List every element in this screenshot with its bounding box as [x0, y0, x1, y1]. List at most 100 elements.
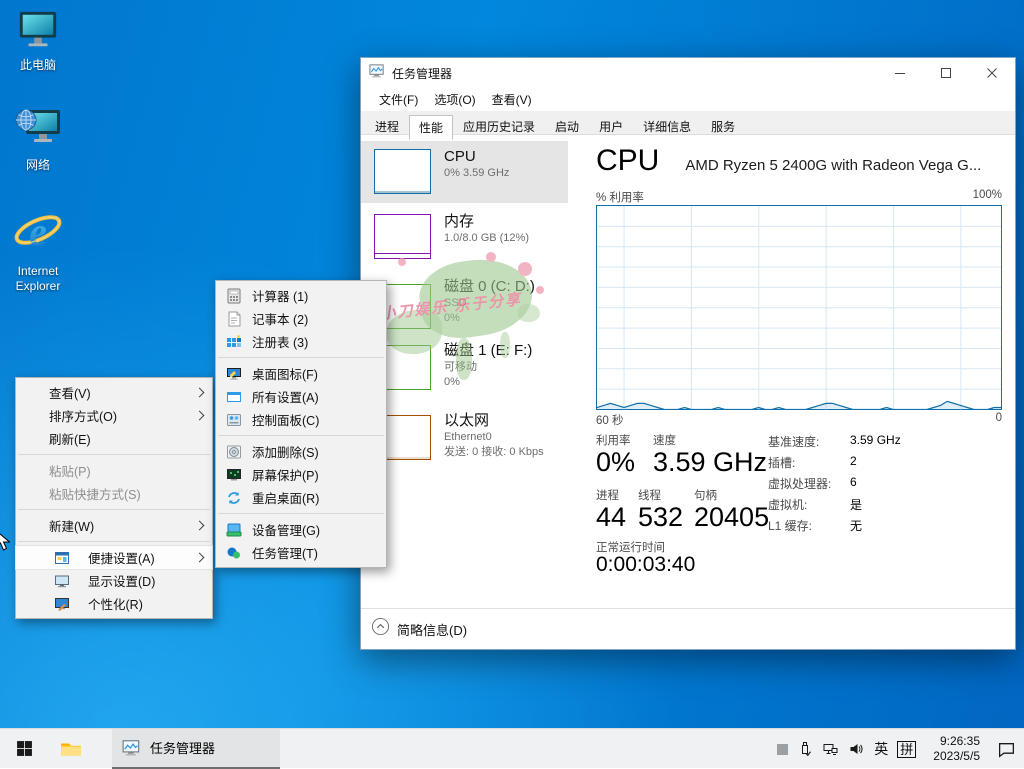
device-manager-icon — [226, 522, 242, 538]
control-panel-icon — [226, 412, 242, 428]
submenu-item-screensaver[interactable]: 屏幕保护(P) — [216, 463, 386, 486]
tab-details[interactable]: 详细信息 — [633, 113, 701, 139]
usb-icon[interactable] — [797, 741, 813, 757]
convenience-settings-submenu: 计算器 (1) 记事本 (2) 注册表 (3) 桌面图标(F) 所有设置(A) … — [215, 280, 387, 568]
tab-startup[interactable]: 启动 — [545, 113, 589, 139]
submenu-item-device-manager[interactable]: 设备管理(G) — [216, 518, 386, 541]
file-explorer-button[interactable] — [48, 729, 94, 769]
submenu-arrow-icon — [194, 387, 205, 398]
stat-usage-label: 利用率 — [596, 435, 631, 447]
taskbar-clock[interactable]: 9:26:35 2023/5/5 — [933, 734, 980, 764]
submenu-item-notepad[interactable]: 记事本 (2) — [216, 307, 386, 330]
mouse-cursor — [0, 530, 11, 557]
language-indicator[interactable]: 英 — [874, 739, 888, 759]
stat-processes-value: 44 — [596, 502, 627, 532]
context-menu-item-refresh[interactable]: 刷新(E) — [16, 427, 212, 450]
tab-users[interactable]: 用户 — [589, 113, 633, 139]
sidebar-item-sub: Ethernet0 — [444, 431, 492, 443]
submenu-item-task-manager[interactable]: 任务管理(T) — [216, 541, 386, 564]
detail-label: 插槽: — [768, 456, 796, 470]
detail-value: 无 — [850, 519, 863, 533]
sidebar-item-disk0[interactable]: 磁盘 0 (C: D:) SSD 0% — [361, 271, 568, 337]
personalization-icon — [54, 596, 70, 612]
submenu-item-calculator[interactable]: 计算器 (1) — [216, 284, 386, 307]
submenu-item-registry[interactable]: 注册表 (3) — [216, 330, 386, 353]
menu-item-label: 查看(V) — [49, 387, 91, 401]
tab-services[interactable]: 服务 — [701, 113, 745, 139]
menu-item-label: 任务管理(T) — [252, 547, 318, 561]
menu-view[interactable]: 查看(V) — [484, 88, 540, 111]
sidebar-item-sub: 0% 3.59 GHz — [444, 167, 510, 179]
desktop-icon-network[interactable]: 网络 — [0, 106, 76, 173]
context-menu-item-paste-shortcut: 粘贴快捷方式(S) — [16, 482, 212, 505]
fewer-details-toggle[interactable]: 简略信息(D) — [397, 620, 467, 639]
menu-item-label: 计算器 (1) — [252, 290, 309, 304]
system-tray: 英 拼 9:26:35 2023/5/5 — [777, 729, 1016, 769]
tray-app-icon[interactable] — [777, 743, 789, 755]
cpu-panel-title: CPU — [596, 144, 660, 177]
task-manager-menu-icon — [226, 545, 242, 561]
clock-time: 9:26:35 — [939, 734, 980, 748]
calculator-icon — [226, 288, 242, 304]
submenu-item-restart-desktop[interactable]: 重启桌面(R) — [216, 486, 386, 509]
menu-file[interactable]: 文件(F) — [371, 88, 426, 111]
submenu-item-control-panel[interactable]: 控制面板(C) — [216, 408, 386, 431]
taskbar-task-manager-button[interactable]: 任务管理器 — [112, 728, 280, 769]
submenu-arrow-icon — [194, 520, 205, 531]
menu-separator — [218, 513, 384, 514]
cpu-name: AMD Ryzen 5 2400G with Radeon Vega G... — [685, 157, 982, 174]
context-menu-item-view[interactable]: 查看(V) — [16, 381, 212, 404]
chart-xleft: 60 秒 — [596, 415, 624, 427]
context-menu-item-convenience-settings[interactable]: 便捷设置(A) — [15, 545, 213, 570]
volume-icon[interactable] — [848, 741, 865, 757]
tab-processes[interactable]: 进程 — [365, 113, 409, 139]
sidebar-item-sub: 1.0/8.0 GB (12%) — [444, 232, 529, 244]
desktop-icon-label: Internet Explorer — [15, 264, 61, 293]
context-menu-item-personalize[interactable]: 个性化(R) — [16, 592, 212, 615]
windows-logo-icon — [16, 741, 32, 756]
menu-item-label: 个性化(R) — [88, 598, 143, 612]
sidebar-item-sub2: 0% — [444, 312, 460, 324]
tab-performance[interactable]: 性能 — [409, 115, 454, 140]
all-settings-icon — [226, 389, 242, 405]
sidebar-item-title: 磁盘 1 (E: F:) — [444, 342, 533, 359]
minimize-button[interactable] — [877, 58, 923, 88]
screensaver-icon — [226, 467, 242, 483]
submenu-item-add-remove[interactable]: 添加删除(S) — [216, 440, 386, 463]
sidebar-item-ethernet[interactable]: 以太网 Ethernet0 发送: 0 接收: 0 Kbps — [361, 409, 568, 473]
desktop-icon-internet-explorer[interactable]: e Internet Explorer — [0, 206, 76, 294]
close-button[interactable] — [969, 58, 1015, 88]
sidebar-item-cpu[interactable]: CPU 0% 3.59 GHz — [361, 141, 568, 203]
action-center-icon[interactable] — [997, 741, 1016, 758]
submenu-arrow-icon — [194, 410, 205, 421]
menu-options[interactable]: 选项(O) — [426, 88, 483, 111]
start-button[interactable] — [0, 729, 48, 769]
task-manager-taskbar-icon — [122, 739, 140, 755]
sidebar-item-title: 内存 — [444, 213, 475, 230]
sidebar-item-sub2: 0% — [444, 376, 460, 388]
detail-label: 基准速度: — [768, 435, 820, 449]
sidebar-item-disk1[interactable]: 磁盘 1 (E: F:) 可移动 0% — [361, 339, 568, 405]
detail-label: 虚拟机: — [768, 498, 808, 512]
chart-scale-labels: % 利用率 100% — [596, 189, 1002, 205]
context-menu-item-display-settings[interactable]: 显示设置(D) — [16, 569, 212, 592]
submenu-item-all-settings[interactable]: 所有设置(A) — [216, 385, 386, 408]
tab-app-history[interactable]: 应用历史记录 — [453, 113, 545, 139]
ime-indicator[interactable]: 拼 — [897, 740, 917, 758]
context-menu-item-new[interactable]: 新建(W) — [16, 514, 212, 537]
sidebar-item-title: 以太网 — [444, 412, 490, 429]
menu-item-label: 所有设置(A) — [252, 391, 319, 405]
network-icon[interactable] — [822, 741, 839, 757]
chart-ymax: 100% — [972, 189, 1002, 201]
this-pc-icon — [19, 11, 57, 47]
context-menu-item-sort-by[interactable]: 排序方式(O) — [16, 404, 212, 427]
submenu-item-desktop-icons[interactable]: 桌面图标(F) — [216, 362, 386, 385]
sidebar-item-memory[interactable]: 内存 1.0/8.0 GB (12%) — [361, 206, 568, 269]
menu-item-label: 屏幕保护(P) — [252, 469, 319, 483]
cpu-usage-chart[interactable] — [596, 205, 1002, 410]
menu-separator — [218, 435, 384, 436]
collapse-icon[interactable] — [371, 617, 390, 641]
maximize-button[interactable] — [923, 58, 969, 88]
titlebar[interactable]: 任务管理器 — [361, 58, 1015, 88]
desktop-icon-this-pc[interactable]: 此电脑 — [0, 10, 76, 73]
